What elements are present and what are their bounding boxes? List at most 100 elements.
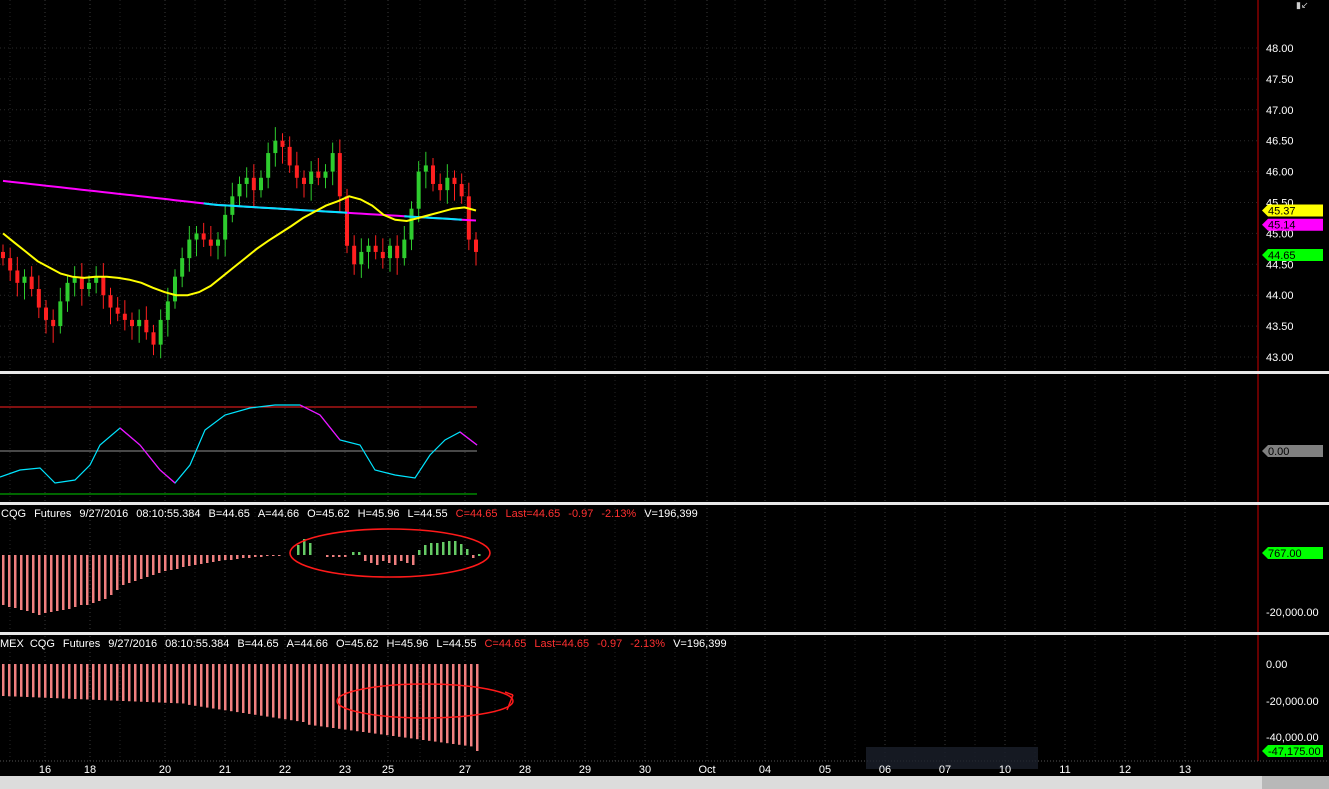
histogram-bar [224, 664, 227, 711]
histogram-bar [116, 555, 119, 590]
candles [1, 127, 478, 359]
status-source: CQG [29, 638, 55, 650]
candle-body [273, 140, 278, 154]
marker-label: 45.37 [1268, 206, 1296, 218]
candle-body [15, 270, 20, 283]
status-open: O=45.62 [335, 638, 379, 650]
histogram-bar [454, 541, 457, 555]
histogram-2-bars [2, 664, 479, 751]
x-axis-label: 22 [279, 764, 291, 776]
candle-body [474, 239, 478, 252]
histogram-bar [74, 555, 77, 607]
panel-separator[interactable] [0, 502, 1329, 505]
candle-body [187, 239, 192, 259]
histogram-1-tick: -20,000.00 [1266, 607, 1319, 619]
histogram-bar [470, 664, 473, 747]
histogram-bar [176, 555, 179, 569]
resize-icon[interactable]: ▮↙ [1296, 0, 1314, 10]
histogram-bar [370, 555, 373, 563]
histogram-bar [254, 664, 257, 715]
histogram-bar [8, 555, 11, 607]
candle-body [309, 171, 314, 184]
status-bid: B=44.65 [208, 508, 250, 520]
last-value-marker: 45.37 [1262, 204, 1323, 218]
histogram-bar [200, 664, 203, 707]
candle-body [366, 245, 371, 252]
histogram-bar [50, 664, 53, 698]
marker-label: 0.00 [1268, 446, 1289, 458]
candle-body [144, 319, 149, 333]
candle-body [44, 307, 48, 320]
status-volume: V=196,399 [673, 638, 727, 650]
scrollbar-thumb[interactable] [1262, 776, 1329, 789]
status-date: 9/27/2016 [79, 508, 129, 520]
histogram-bar [140, 555, 143, 579]
trading-chart[interactable]: 48.0047.5047.0046.5046.0045.5045.0044.50… [0, 0, 1329, 789]
candle-body [352, 245, 357, 265]
candle-body [402, 239, 407, 259]
x-axis-label: 04 [759, 764, 771, 776]
histogram-bar [272, 664, 275, 718]
histogram-bar [140, 664, 143, 702]
candle-body [36, 289, 41, 308]
histogram-bar [242, 555, 245, 558]
candle-body [445, 177, 450, 191]
histogram-bar [278, 664, 281, 719]
histogram-bar [56, 664, 59, 699]
histogram-bar [20, 555, 23, 610]
histogram-bar [472, 555, 475, 558]
histogram-bar [398, 664, 401, 737]
candle-body [1, 251, 5, 259]
candle-body [165, 301, 170, 320]
histogram-bar [392, 664, 395, 736]
histogram-bar [394, 555, 397, 565]
x-axis-label: 30 [639, 764, 651, 776]
histogram-bar [332, 664, 335, 728]
histogram-bar [128, 664, 131, 702]
status-low: L=44.55 [407, 508, 448, 520]
histogram-bar [236, 664, 239, 713]
candle-body [208, 239, 213, 246]
histogram-2-tick: 0.00 [1266, 659, 1287, 671]
x-axis-label: 10 [999, 764, 1011, 776]
candle-body [173, 276, 177, 302]
histogram-bar [32, 555, 35, 613]
histogram-bar [188, 555, 191, 566]
histogram-bar [412, 555, 415, 565]
oscillator-line-falling [299, 404, 341, 441]
candle-body [280, 140, 285, 147]
candle-body [122, 313, 127, 320]
histogram-1-marker: 767.00 [1262, 547, 1323, 560]
candle-body [316, 171, 321, 178]
status-change-pct: -2.13% [601, 508, 637, 520]
status-high: H=45.96 [357, 508, 400, 520]
last-value-marker: 45.14 [1262, 218, 1323, 232]
histogram-bar [478, 554, 481, 556]
histogram-bar [284, 664, 287, 720]
histogram-bar [200, 555, 203, 564]
candle-body [395, 245, 400, 259]
panel-separator[interactable] [0, 632, 1329, 635]
histogram-bar [86, 664, 89, 700]
histogram-bar [302, 664, 305, 722]
histogram-bar [436, 543, 439, 555]
panel-separator[interactable] [0, 371, 1329, 374]
candle-body [115, 307, 120, 314]
horizontal-scrollbar[interactable] [0, 776, 1329, 789]
candle-body [22, 276, 27, 283]
candle-body [466, 196, 471, 240]
histogram-bar [466, 549, 469, 555]
candle-body [87, 282, 91, 290]
histogram-bar [410, 664, 413, 739]
histogram-bar [152, 664, 155, 703]
histogram-bar [38, 664, 41, 698]
histogram-bar [332, 555, 335, 557]
candle-body [151, 332, 156, 345]
candle-body [223, 214, 228, 240]
watermark-box [866, 747, 1038, 769]
histogram-bar [80, 555, 83, 605]
histogram-bar [404, 664, 407, 738]
histogram-bar [230, 555, 233, 560]
status-volume: V=196,399 [644, 508, 698, 520]
x-axis-label: 11 [1059, 764, 1070, 776]
